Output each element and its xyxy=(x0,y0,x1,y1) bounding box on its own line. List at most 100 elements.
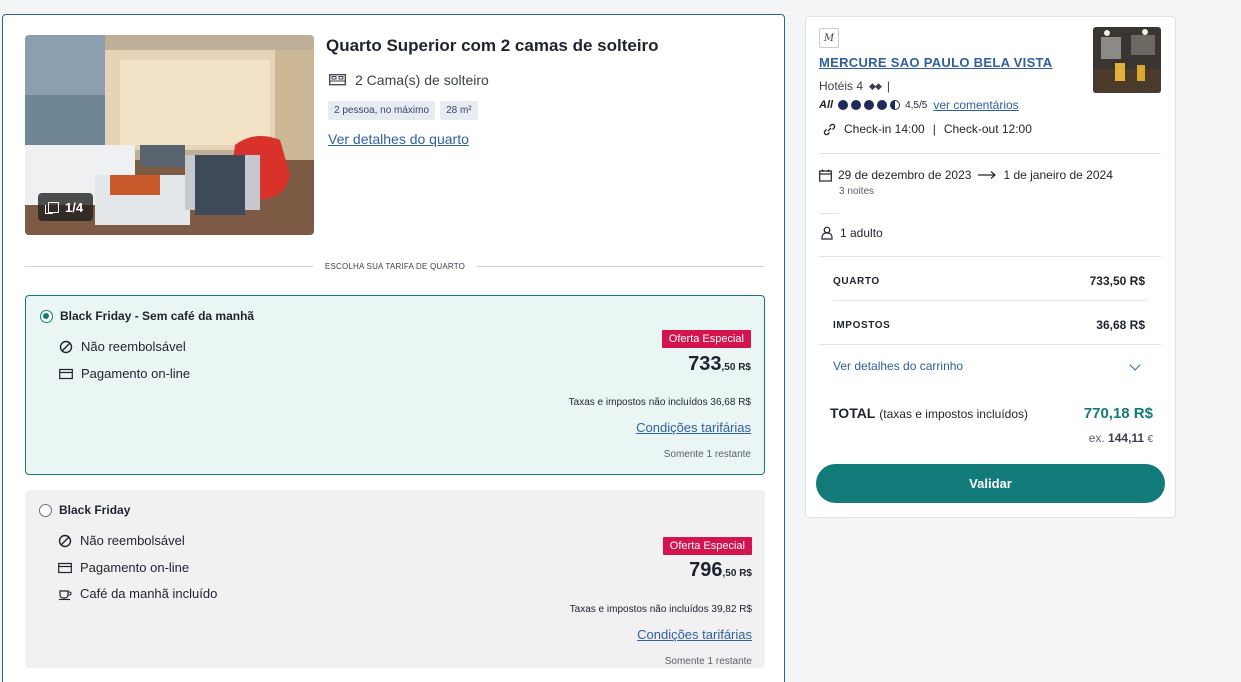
stay-dates: 29 de dezembro de 2023 1 de janeiro de 2… xyxy=(819,168,1113,182)
feature-label: Não reembolsável xyxy=(80,533,185,548)
bed-icon xyxy=(329,74,346,86)
rate-option-black-friday-no-breakfast[interactable]: Black Friday - Sem café da manhã Não ree… xyxy=(25,295,765,475)
rate-price: 733,50 R$ xyxy=(688,353,751,376)
rate-section-divider: ESCOLHA SUA TARIFA DE QUARTO xyxy=(25,259,766,273)
card-icon xyxy=(58,562,72,573)
feature-label: Pagamento on-line xyxy=(80,560,190,575)
rate-radio[interactable] xyxy=(39,504,52,517)
feature-non-refundable: Não reembolsável xyxy=(59,339,186,354)
cart-details-link[interactable]: Ver detalhes do carrinho xyxy=(833,359,963,373)
checkin-separator: | xyxy=(932,122,936,136)
hotel-thumbnail-image xyxy=(1093,27,1161,93)
price-decimal: ,50 R$ xyxy=(722,568,752,579)
rating-row: All 4,5/5 ver comentários xyxy=(819,98,1019,112)
special-offer-badge: Oferta Especial xyxy=(661,330,751,348)
divider xyxy=(819,344,1161,345)
hotel-thumbnail xyxy=(1093,27,1161,93)
rate-price: 796,50 R$ xyxy=(689,559,752,582)
calendar-icon xyxy=(819,169,832,182)
feature-label: Não reembolsável xyxy=(81,339,186,354)
rate-name: Black Friday - Sem café da manhã xyxy=(60,309,255,323)
link-icon xyxy=(823,123,836,135)
divider xyxy=(833,300,1147,301)
rate-conditions-link[interactable]: Condições tarifárias xyxy=(636,420,751,435)
room-title: Quarto Superior com 2 camas de solteiro xyxy=(326,36,659,55)
room-chips: 2 pessoa, no máximo 28 m² xyxy=(328,101,478,120)
divider-line-left xyxy=(25,265,313,267)
room-line-value: 733,50 R$ xyxy=(1089,274,1145,288)
date-from: 29 de dezembro de 2023 xyxy=(838,168,972,182)
room-line-label: QUARTO xyxy=(833,276,880,287)
gallery-icon xyxy=(45,201,59,214)
rating-dot xyxy=(877,100,888,110)
total-eur-value: 144,11 xyxy=(1108,431,1145,445)
category-text: Hotéis 4 xyxy=(819,79,864,93)
hotel-name-link[interactable]: MERCURE SAO PAULO BELA VISTA xyxy=(819,55,1053,70)
rate-radio-selected[interactable] xyxy=(40,310,53,323)
card-icon xyxy=(59,368,73,379)
feature-non-refundable: Não reembolsável xyxy=(58,533,185,548)
divider-line-right xyxy=(477,265,766,267)
rate-remaining: Somente 1 restante xyxy=(663,449,751,460)
total-title: TOTAL xyxy=(830,405,876,421)
hotel-category: Hotéis 4 ◆◆ | xyxy=(819,79,890,93)
validate-button[interactable]: Validar xyxy=(816,464,1165,503)
total-eur: ex. 144,11 € xyxy=(1089,431,1153,445)
room-photo[interactable]: 1/4 xyxy=(25,35,314,235)
price-integer: 733 xyxy=(688,353,722,375)
photo-counter-text: 1/4 xyxy=(65,199,84,215)
room-card: 1/4 Quarto Superior com 2 camas de solte… xyxy=(2,14,785,682)
divider xyxy=(819,256,1161,257)
category-separator: | xyxy=(886,79,890,93)
category-diamonds-icon: ◆◆ xyxy=(869,80,882,91)
chip-capacity: 2 pessoa, no máximo xyxy=(328,101,436,120)
chip-size: 28 m² xyxy=(440,101,478,120)
person-icon xyxy=(821,226,833,240)
total-value: 770,18 R$ xyxy=(1083,405,1153,422)
taxes-line-label: IMPOSTOS xyxy=(833,320,891,331)
rating-score: 4,5/5 xyxy=(905,99,928,111)
arrow-right-icon xyxy=(978,171,997,179)
feature-label: Café da manhã incluído xyxy=(80,586,218,601)
no-refund-icon xyxy=(58,534,72,547)
brand-logo-icon: M xyxy=(819,28,839,48)
room-details-link[interactable]: Ver detalhes do quarto xyxy=(328,131,469,147)
photo-counter[interactable]: 1/4 xyxy=(38,193,94,221)
all-logo: All xyxy=(819,99,834,111)
rating-dot xyxy=(851,100,862,110)
no-refund-icon xyxy=(59,340,73,353)
price-integer: 796 xyxy=(689,559,723,581)
special-offer-badge: Oferta Especial xyxy=(662,537,752,555)
total-eur-prefix: ex. xyxy=(1088,431,1105,445)
feature-online-payment: Pagamento on-line xyxy=(58,560,189,575)
total-note: (taxas e impostos incluídos) xyxy=(879,407,1028,421)
bed-info: 2 Cama(s) de solteiro xyxy=(329,72,489,88)
rating-dot xyxy=(838,100,849,110)
divider xyxy=(819,153,1161,154)
rate-name: Black Friday xyxy=(59,503,131,517)
guests: 1 adulto xyxy=(821,226,883,240)
checkin-checkout: Check-in 14:00 | Check-out 12:00 xyxy=(823,122,1032,136)
rate-option-black-friday[interactable]: Black Friday Não reembolsável Pagamento … xyxy=(25,490,765,668)
coffee-icon xyxy=(59,589,72,600)
feature-label: Pagamento on-line xyxy=(81,366,191,381)
rating-dot-half xyxy=(890,100,901,110)
rate-conditions-link[interactable]: Condições tarifárias xyxy=(637,627,752,642)
bed-text: 2 Cama(s) de solteiro xyxy=(355,72,489,88)
rate-section-label: ESCOLHA SUA TARIFA DE QUARTO xyxy=(324,261,466,271)
checkin-time: Check-in 14:00 xyxy=(844,122,925,136)
rate-taxes-note: Taxas e impostos não incluídos 39,82 R$ xyxy=(569,604,752,615)
chevron-down-icon[interactable] xyxy=(1129,359,1141,371)
rating-dot xyxy=(864,100,875,110)
reviews-link[interactable]: ver comentários xyxy=(933,98,1018,112)
feature-online-payment: Pagamento on-line xyxy=(59,366,190,381)
rate-remaining: Somente 1 restante xyxy=(664,656,752,667)
total-eur-currency: € xyxy=(1147,434,1153,445)
divider-short xyxy=(819,213,839,214)
total-label: TOTAL (taxas e impostos incluídos) xyxy=(830,405,1028,421)
checkout-time: Check-out 12:00 xyxy=(943,122,1032,136)
taxes-line-value: 36,68 R$ xyxy=(1096,318,1145,332)
rate-taxes-note: Taxas e impostos não incluídos 36,68 R$ xyxy=(568,397,751,408)
date-to: 1 de janeiro de 2024 xyxy=(1003,168,1113,182)
guests-text: 1 adulto xyxy=(840,226,883,240)
